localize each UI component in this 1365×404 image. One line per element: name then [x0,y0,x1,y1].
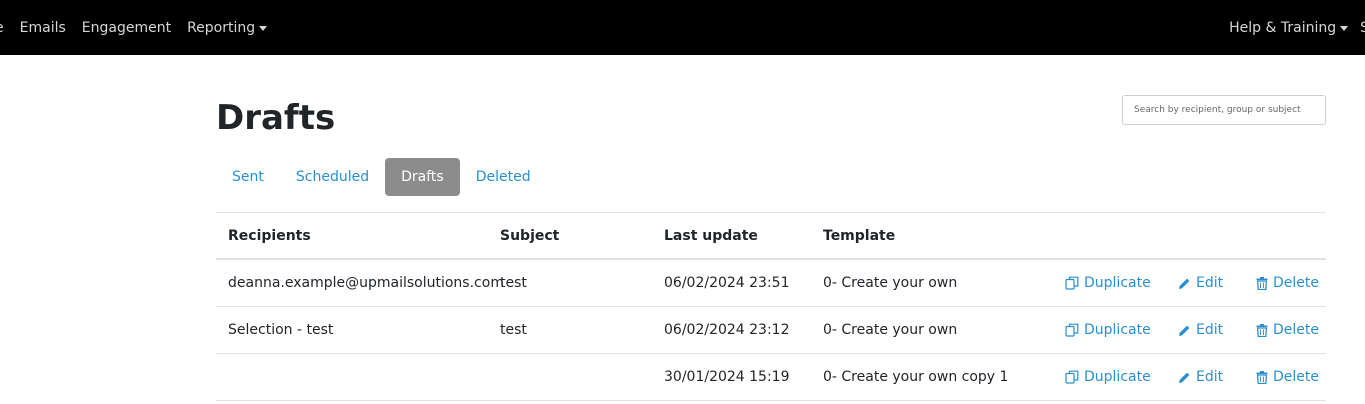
cell-subject: test [500,322,527,338]
cell-last-update: 30/01/2024 15:19 [664,369,790,385]
nav-item-label: S [1360,19,1365,36]
tab-deleted[interactable]: Deleted [460,158,547,196]
nav-item-reporting[interactable]: Reporting [187,19,268,36]
action-label: Duplicate [1084,322,1151,338]
table-row: deanna.example@upmailsolutions.com test … [216,260,1326,307]
header-subject: Subject [500,227,560,244]
edit-button[interactable]: Edit [1178,275,1223,291]
tab-label: Scheduled [295,169,370,185]
copy-icon [1065,370,1079,384]
copy-icon [1065,276,1079,290]
nav-item-label: Help & Training [1229,19,1337,36]
trash-icon [1256,276,1268,290]
top-navbar: e Emails Engagement Reporting Help & Tra… [0,0,1365,55]
duplicate-button[interactable]: Duplicate [1065,369,1151,385]
nav-item-emails[interactable]: Emails [20,20,66,36]
tab-label: Sent [232,169,264,185]
nav-item-label: Emails [19,19,66,36]
nav-item-label: e [0,20,4,36]
delete-button[interactable]: Delete [1256,369,1319,385]
action-label: Duplicate [1084,369,1151,385]
nav-item-home-clipped[interactable]: e [0,20,4,36]
action-label: Delete [1273,369,1319,385]
action-label: Delete [1273,275,1319,291]
cell-template: 0- Create your own [823,322,958,338]
nav-left-group: e Emails Engagement Reporting [0,0,283,55]
header-recipients: Recipients [228,227,311,244]
duplicate-button[interactable]: Duplicate [1065,275,1151,291]
mail-tabs: Sent Scheduled Drafts Deleted [216,158,547,196]
table-row: Selection - test test 06/02/2024 23:12 0… [216,307,1326,354]
nav-item-settings-clipped[interactable]: S [1360,20,1365,36]
caret-down-icon [259,25,268,31]
header-last-update: Last update [664,227,758,244]
duplicate-button[interactable]: Duplicate [1065,322,1151,338]
copy-icon [1065,323,1079,337]
cell-subject: test [500,275,527,291]
tab-label: Drafts [401,169,444,185]
nav-item-help-training[interactable]: Help & Training [1229,19,1349,36]
nav-item-label: Reporting [187,19,256,36]
cell-recipients: deanna.example@upmailsolutions.com [228,275,504,291]
tab-label: Deleted [475,169,531,185]
action-label: Edit [1196,369,1224,385]
nav-right-group: Help & Training S [1229,0,1365,55]
edit-button[interactable]: Edit [1178,322,1223,338]
cell-template: 0- Create your own [823,275,958,291]
tab-scheduled[interactable]: Scheduled [280,158,385,196]
search-input[interactable] [1122,95,1326,125]
pencil-icon [1179,325,1190,336]
header-template: Template [823,227,896,244]
pencil-icon [1179,278,1190,289]
cell-recipients: Selection - test [228,322,334,338]
delete-button[interactable]: Delete [1256,275,1319,291]
cell-template: 0- Create your own copy 1 [823,369,1009,385]
action-label: Delete [1273,322,1319,338]
page-title: Drafts [216,98,336,138]
nav-item-label: Engagement [81,19,172,36]
action-label: Edit [1196,322,1224,338]
action-label: Edit [1196,275,1224,291]
tab-sent[interactable]: Sent [216,158,280,196]
nav-item-engagement[interactable]: Engagement [82,20,171,36]
pencil-icon [1179,372,1190,383]
tab-drafts[interactable]: Drafts [385,158,460,196]
cell-last-update: 06/02/2024 23:12 [664,322,790,338]
caret-down-icon [1340,25,1349,31]
cell-last-update: 06/02/2024 23:51 [664,275,790,291]
trash-icon [1256,370,1268,384]
table-header-row: Recipients Subject Last update Template [216,213,1326,260]
edit-button[interactable]: Edit [1178,369,1223,385]
action-label: Duplicate [1084,275,1151,291]
table-row: 30/01/2024 15:19 0- Create your own copy… [216,354,1326,401]
delete-button[interactable]: Delete [1256,322,1319,338]
trash-icon [1256,323,1268,337]
drafts-table: Recipients Subject Last update Template … [216,212,1326,401]
